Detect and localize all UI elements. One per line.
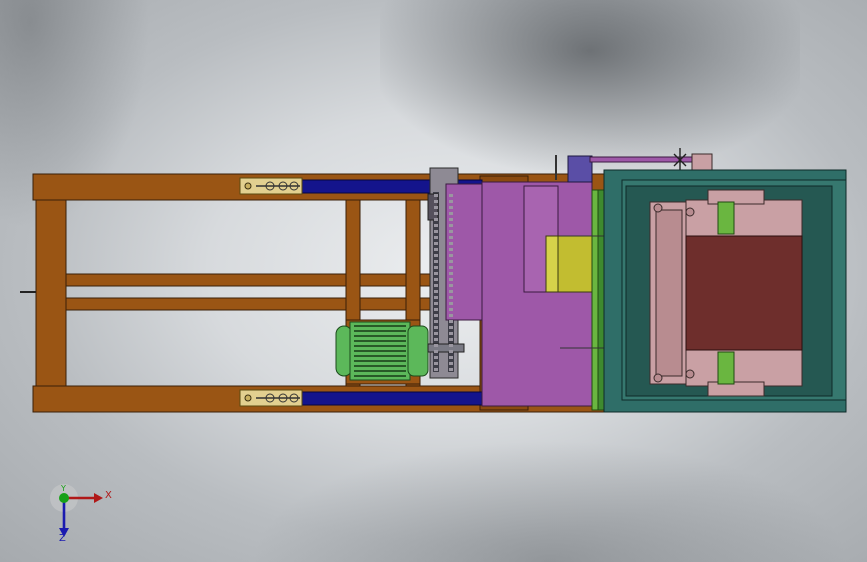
- linkage-block: [567, 155, 593, 183]
- chain-link: [434, 278, 438, 281]
- chain-link: [434, 338, 438, 341]
- chain-link: [434, 284, 438, 287]
- bottom-rail-assembly: [239, 389, 483, 407]
- chain-link: [434, 212, 438, 215]
- chain-link: [434, 290, 438, 293]
- chain-link: [434, 206, 438, 209]
- roller-shaft-bottom: [707, 381, 765, 397]
- axis-triad: X Y Z: [50, 484, 112, 544]
- linkage-end-block: [691, 153, 713, 173]
- chain-link: [434, 230, 438, 233]
- motor-endcap-right: [407, 325, 429, 377]
- roller-bolt-3: [653, 203, 663, 213]
- chain-link: [434, 332, 438, 335]
- chain-link: [434, 326, 438, 329]
- roller-bearing-bottom: [717, 351, 735, 385]
- chain-link: [449, 260, 453, 263]
- chain-link: [434, 350, 438, 353]
- x-axis-arrow: [94, 493, 103, 503]
- chain-link: [434, 224, 438, 227]
- motor-shaft: [427, 343, 465, 353]
- chain-link: [449, 212, 453, 215]
- chain-link: [449, 248, 453, 251]
- chain-link: [434, 200, 438, 203]
- chain-link: [434, 296, 438, 299]
- chain-link: [449, 230, 453, 233]
- chain-link: [434, 236, 438, 239]
- roller-frame-left-inner: [655, 209, 683, 377]
- roller-assembly: [649, 189, 803, 397]
- chain-link: [449, 290, 453, 293]
- bottom-rail: [297, 391, 483, 406]
- chain-link: [449, 332, 453, 335]
- chain-link: [434, 266, 438, 269]
- chain-link: [449, 272, 453, 275]
- roller-shaft-top: [707, 189, 765, 205]
- chain-link: [434, 248, 438, 251]
- chain-link: [449, 266, 453, 269]
- chain-link: [449, 194, 453, 197]
- roller-drum: [685, 235, 803, 351]
- drive-unit: [445, 181, 593, 407]
- cad-viewport[interactable]: X Y Z: [0, 0, 867, 562]
- chain-link: [434, 260, 438, 263]
- chain-link: [434, 314, 438, 317]
- chain-link: [449, 326, 453, 329]
- chain-link: [449, 314, 453, 317]
- chain-link: [449, 356, 453, 359]
- chain-link: [434, 368, 438, 371]
- chain-link: [449, 296, 453, 299]
- y-axis-label: Y: [60, 484, 66, 493]
- roller-bolt-2: [685, 369, 695, 379]
- chain-link: [434, 272, 438, 275]
- chain-link: [434, 308, 438, 311]
- chain-link: [434, 194, 438, 197]
- chain-link: [434, 254, 438, 257]
- x-axis-label: X: [105, 490, 112, 501]
- frame-left-post: [35, 199, 67, 387]
- chain-link: [449, 350, 453, 353]
- z-axis-label: Z: [59, 533, 66, 544]
- chain-link: [434, 320, 438, 323]
- top-rail-bolt: [244, 182, 252, 190]
- chain-link: [449, 338, 453, 341]
- chain-link: [449, 224, 453, 227]
- chain-link: [449, 362, 453, 365]
- chain-link: [449, 254, 453, 257]
- gearbox-small: [445, 183, 487, 321]
- chain-link: [434, 242, 438, 245]
- chain-link: [449, 278, 453, 281]
- chain-link: [449, 308, 453, 311]
- chain-link: [449, 320, 453, 323]
- y-axis-dot: [59, 493, 69, 503]
- roller-bearing-top: [717, 201, 735, 235]
- machine-drawing: X Y Z: [20, 148, 847, 544]
- chain-link: [449, 206, 453, 209]
- chain-link: [449, 302, 453, 305]
- chain-link: [449, 344, 453, 347]
- bottom-rail-bolt: [244, 394, 252, 402]
- chain-link: [449, 368, 453, 371]
- chain-link: [434, 362, 438, 365]
- chain-link: [434, 218, 438, 221]
- chain-link: [434, 302, 438, 305]
- hopper-block-highlight: [545, 235, 559, 293]
- chain-link: [449, 236, 453, 239]
- chain-link: [449, 242, 453, 245]
- chain-link: [449, 218, 453, 221]
- chain-link: [434, 356, 438, 359]
- roller-bolt-1: [685, 207, 695, 217]
- chain-link: [449, 284, 453, 287]
- chain-link: [449, 200, 453, 203]
- chain-link: [434, 344, 438, 347]
- roller-bolt-4: [653, 373, 663, 383]
